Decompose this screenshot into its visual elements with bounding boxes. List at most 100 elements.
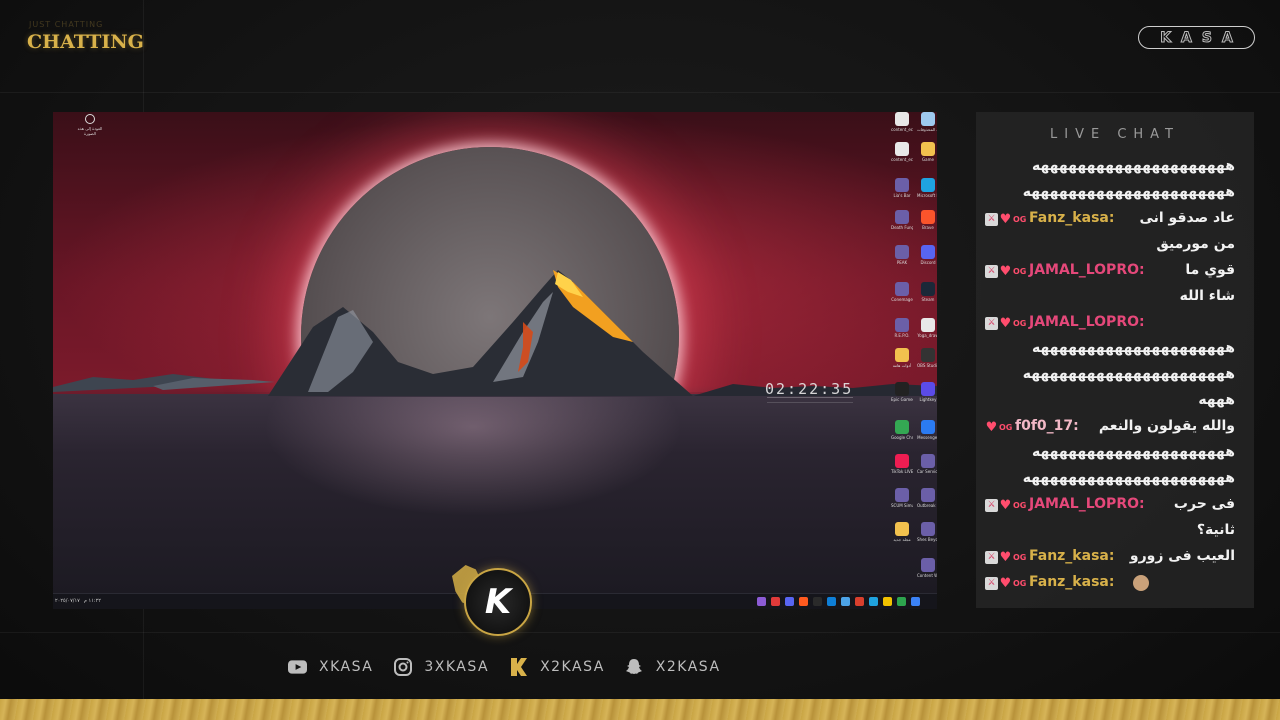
chat-message: هههههههههههههههههههههه: [985, 340, 1247, 362]
gold-topographic-strip: [0, 699, 1280, 720]
og-badge-icon: OG: [999, 423, 1013, 432]
chat-text: من مورميق: [1156, 236, 1235, 252]
taskbar-app-icon[interactable]: [785, 597, 794, 606]
file-icon: [895, 142, 909, 156]
desktop-icon-label: TikTok LIVE Studio: [891, 469, 913, 474]
og-badge-icon: OG: [1013, 319, 1027, 328]
chat-text: عاد صدقو انى: [1139, 210, 1235, 226]
desktop-icon[interactable]: Lightkey: [917, 382, 937, 402]
desktop-screen: 02:22:35 العودة إلى هذه الصورة content_e…: [53, 112, 937, 609]
desktop-icon[interactable]: مجلد جديد: [891, 522, 913, 542]
brand-title: CHATTING: [27, 31, 144, 53]
desktop-icon-wallpaper[interactable]: العودة إلى هذه الصورة: [75, 114, 105, 136]
chat-message: ههههههههههههههههههههههه: [985, 366, 1247, 388]
chat-badges: ⚔ ♥ OG: [985, 265, 1026, 278]
desktop-icon[interactable]: Messenger: [917, 420, 937, 440]
desktop-icon[interactable]: Death Fungeon: [891, 210, 913, 230]
taskbar-app-icon[interactable]: [841, 597, 850, 606]
start-button[interactable]: [911, 597, 920, 606]
desktop-icon-label: Lightkey: [919, 397, 937, 402]
social-handle: X2KASA: [540, 658, 605, 675]
chat-username[interactable]: JAMAL_LOPRO:: [1029, 314, 1145, 330]
sword-badge-icon: ⚔: [985, 317, 998, 330]
chat-badges: ⚔ ♥ OG: [985, 551, 1026, 564]
desktop-icon-label: Shes Beyond: [917, 537, 937, 542]
desktop-icon[interactable]: Epic Games Launcher: [891, 382, 913, 402]
social-youtube[interactable]: XKASA: [288, 657, 373, 676]
desktop-icon[interactable]: R.E.P.O.: [891, 318, 913, 338]
game-icon: [895, 210, 909, 224]
chat-text: هههه: [1198, 392, 1235, 408]
desktop-icon-label: Game: [922, 157, 934, 162]
chat-badges: ♥ OG: [985, 421, 1013, 434]
sword-badge-icon: ⚔: [985, 577, 998, 590]
taskbar-app-icon[interactable]: [855, 597, 864, 606]
heart-badge-icon: ♥: [999, 212, 1012, 227]
desktop-icon[interactable]: Discord: [917, 245, 937, 265]
discord-icon: [921, 245, 935, 259]
desktop-icon[interactable]: Lia's Bar: [891, 178, 913, 198]
epic-icon: [895, 382, 909, 396]
desktop-icon[interactable]: Microsoft Edge: [917, 178, 937, 198]
og-badge-icon: OG: [1013, 579, 1027, 588]
sword-badge-icon: ⚔: [985, 213, 998, 226]
desktop-icon[interactable]: Conemage: [891, 282, 913, 302]
chat-username[interactable]: JAMAL_LOPRO:: [1029, 496, 1145, 512]
desktop-icon[interactable]: Content Warning: [917, 558, 937, 578]
live-chat-panel: LIVE CHAT هههههههههههههههههههههه هههههههه…: [976, 112, 1254, 608]
app-icon: [921, 382, 935, 396]
social-instagram[interactable]: 3XKASA: [393, 657, 489, 676]
desktop-icon[interactable]: Steam: [917, 282, 937, 302]
chat-badges: ⚔ ♥ OG: [985, 317, 1026, 330]
chat-message: ⚔ ♥ OG Fanz_kasa:: [985, 574, 1247, 596]
desktop-icon[interactable]: Google Chrome: [891, 420, 913, 440]
taskbar-app-icon[interactable]: [883, 597, 892, 606]
desktop-icon-label: مجلد جديد: [893, 537, 911, 542]
desktop-icon[interactable]: سلة المحذوفات: [917, 112, 937, 132]
file-icon: [895, 112, 909, 126]
taskbar-app-icon[interactable]: [897, 597, 906, 606]
sword-badge-icon: ⚔: [985, 551, 998, 564]
wallpaper-icon: [85, 114, 95, 124]
messenger-icon: [921, 420, 935, 434]
chat-username[interactable]: Fanz_kasa:: [1029, 574, 1114, 590]
chat-username[interactable]: JAMAL_LOPRO:: [1029, 262, 1145, 278]
desktop-icon[interactable]: Car Service Together: [917, 454, 937, 474]
desktop-icon-label: Conemage: [891, 297, 913, 302]
taskbar-app-icon[interactable]: [827, 597, 836, 606]
chat-message: ههههههههههههههههههههههه: [985, 184, 1247, 206]
desktop-icon-label: Car Service Together: [917, 469, 937, 474]
desktop-icon[interactable]: Brave: [917, 210, 937, 230]
desktop-icon[interactable]: content_eco...: [891, 112, 913, 132]
chat-message: ⚔ ♥ OG Fanz_kasa: عاد صدقو انى: [985, 210, 1247, 232]
desktop-icon[interactable]: OBS Studio: [917, 348, 937, 368]
desktop-icon[interactable]: Outbreak Demo: [917, 488, 937, 508]
chat-username[interactable]: f0f0_17:: [1015, 418, 1079, 434]
snapchat-icon: [625, 657, 644, 676]
desktop-icon[interactable]: content_eco...: [891, 142, 913, 162]
chat-text: هههههههههههههههههههههه: [1031, 340, 1235, 356]
social-kick[interactable]: X2KASA: [509, 657, 605, 676]
desktop-icon-label: PEAK: [896, 260, 908, 265]
desktop-icon[interactable]: أدوات هامة: [891, 348, 913, 368]
taskbar-app-icon[interactable]: [869, 597, 878, 606]
chat-message: ثانية؟: [985, 522, 1247, 544]
social-snapchat[interactable]: X2KASA: [625, 657, 721, 676]
desktop-icon[interactable]: TikTok LIVE Studio: [891, 454, 913, 474]
desktop-icon[interactable]: Shes Beyond: [917, 522, 937, 542]
chat-username[interactable]: Fanz_kasa:: [1029, 210, 1114, 226]
desktop-icon[interactable]: Yoga_draw: [917, 318, 937, 338]
desktop-icon[interactable]: Game: [917, 142, 937, 162]
taskbar-app-icon[interactable]: [813, 597, 822, 606]
chat-text: شاء الله: [1179, 288, 1235, 304]
chat-message: من مورميق: [985, 236, 1247, 258]
chat-text: فى حرب: [1173, 496, 1235, 512]
taskbar-app-icon[interactable]: [771, 597, 780, 606]
sword-badge-icon: ⚔: [985, 499, 998, 512]
desktop-icon[interactable]: PEAK: [891, 245, 913, 265]
og-badge-icon: OG: [1013, 267, 1027, 276]
desktop-icon[interactable]: SCUM Simulator: [891, 488, 913, 508]
chat-username[interactable]: Fanz_kasa:: [1029, 548, 1114, 564]
taskbar-app-icon[interactable]: [757, 597, 766, 606]
taskbar-app-icon[interactable]: [799, 597, 808, 606]
